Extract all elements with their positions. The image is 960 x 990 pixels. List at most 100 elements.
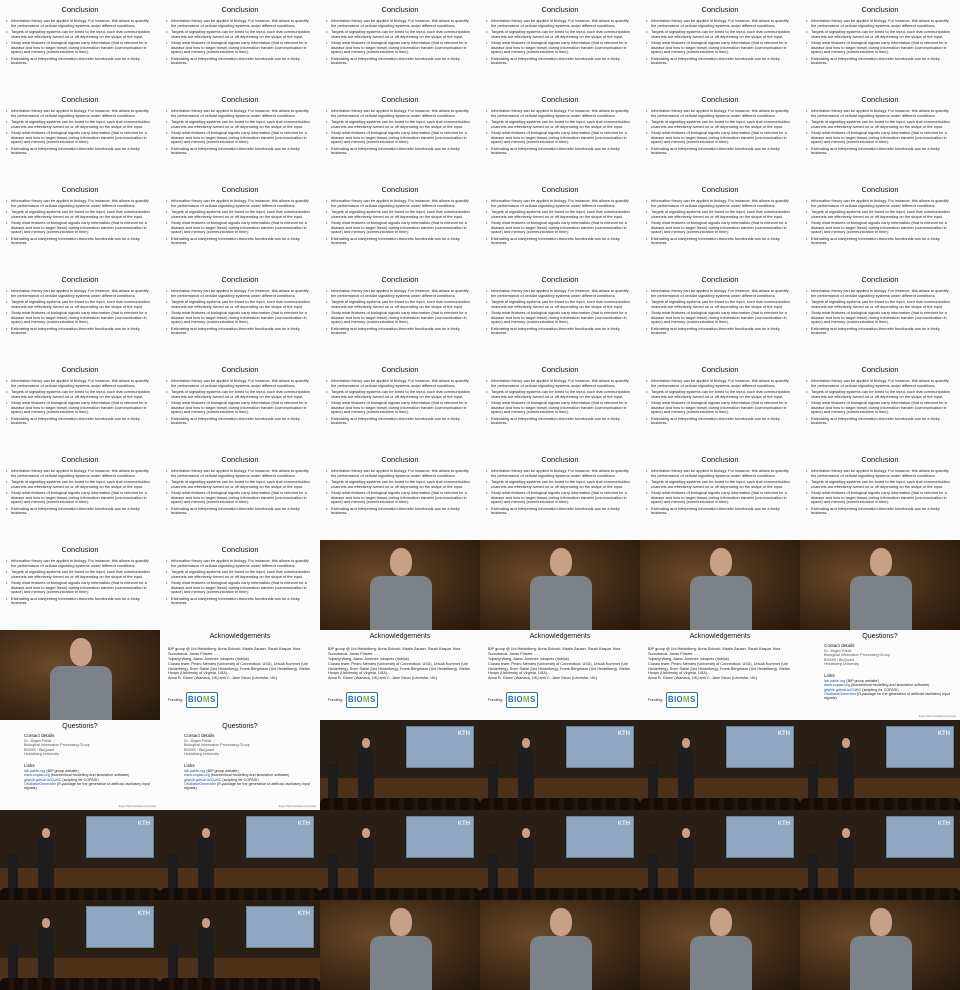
slide-title: Conclusion	[861, 455, 899, 464]
bullet-item: Study what features of biological signal…	[646, 490, 794, 505]
slide-title: Conclusion	[701, 365, 739, 374]
slide-title: Conclusion	[861, 365, 899, 374]
conclusion-bullets: Information theory can be applied in bio…	[806, 108, 954, 158]
conclusion-slide-frame: Conclusion Information theory can be app…	[800, 360, 960, 450]
bullet-item: Targets of signalling systems can be tun…	[646, 479, 794, 489]
conclusion-slide-frame: Conclusion Information theory can be app…	[160, 450, 320, 540]
speaker-figure	[196, 828, 216, 890]
speaker-figure	[516, 738, 536, 800]
bullet-item: Information theory can be applied in bio…	[166, 558, 314, 568]
slide-title: Conclusion	[61, 5, 99, 14]
bullet-item: Study what features of biological signal…	[646, 310, 794, 325]
podium	[648, 764, 658, 800]
bullet-item: Targets of signalling systems can be tun…	[326, 389, 474, 399]
contact-details: Contact details Dr. Jürgen Pahle Biologi…	[824, 643, 956, 666]
bullet-item: Targets of signalling systems can be tun…	[166, 479, 314, 489]
slide-title: Questions?	[862, 633, 898, 640]
speaker-torso	[850, 576, 912, 630]
speaker-torso	[370, 936, 432, 990]
slide-title: Conclusion	[541, 95, 579, 104]
conclusion-slide-frame: Conclusion Information theory can be app…	[0, 180, 160, 270]
bullet-item: Estimating and interpreting information-…	[806, 146, 954, 156]
bullet-item: Estimating and interpreting information-…	[166, 146, 314, 156]
bullet-item: Targets of signalling systems can be tun…	[806, 479, 954, 489]
bullet-item: Information theory can be applied in bio…	[646, 378, 794, 388]
speaker-closeup-frame	[320, 900, 480, 990]
contact-heading: Contact details	[184, 733, 215, 738]
bullet-item: Information theory can be applied in bio…	[646, 198, 794, 208]
bullet-item: Estimating and interpreting information-…	[806, 236, 954, 246]
funding-row: Funding: BIOMS	[168, 692, 218, 708]
speaker-torso	[518, 838, 534, 890]
questions-slide-frame: Questions? Contact details Dr. Jürgen Pa…	[0, 720, 160, 810]
bullet-item: Information theory can be applied in bio…	[326, 198, 474, 208]
speaker-torso	[370, 576, 432, 630]
speaker-torso	[38, 928, 54, 980]
bullet-item: Targets of signalling systems can be tun…	[486, 479, 634, 489]
bullet-item: Targets of signalling systems can be tun…	[166, 29, 314, 39]
bullet-item: Information theory can be applied in bio…	[6, 198, 154, 208]
speaker-figure	[842, 906, 922, 990]
bullet-item: Information theory can be applied in bio…	[646, 108, 794, 118]
audience-silhouettes	[0, 978, 160, 990]
conclusion-bullets: Information theory can be applied in bio…	[646, 18, 794, 68]
conclusion-slide-frame: Conclusion Information theory can be app…	[320, 450, 480, 540]
bullet-item: Targets of signalling systems can be tun…	[646, 389, 794, 399]
bullet-item: Estimating and interpreting information-…	[166, 326, 314, 336]
conclusion-bullets: Information theory can be applied in bio…	[486, 378, 634, 428]
speaker-head	[550, 548, 572, 576]
slide-title: Conclusion	[541, 275, 579, 284]
bullet-item: Estimating and interpreting information-…	[646, 146, 794, 156]
bullet-item: Targets of signalling systems can be tun…	[326, 299, 474, 309]
bullet-item: Estimating and interpreting information-…	[486, 146, 634, 156]
bullet-item: Estimating and interpreting information-…	[806, 506, 954, 516]
conclusion-bullets: Information theory can be applied in bio…	[6, 558, 154, 608]
bullet-item: Information theory can be applied in bio…	[806, 378, 954, 388]
slide-title: Conclusion	[221, 545, 259, 554]
speaker-head	[682, 828, 690, 838]
acknowledgements-slide-frame: Acknowledgements BIP group @ Uni Heidelb…	[640, 630, 800, 720]
conclusion-slide-frame: Conclusion Information theory can be app…	[480, 360, 640, 450]
conclusion-slide-frame: Conclusion Information theory can be app…	[480, 0, 640, 90]
bullet-item: Targets of signalling systems can be tun…	[646, 119, 794, 129]
conclusion-slide-frame: Conclusion Information theory can be app…	[320, 180, 480, 270]
funding-row: Funding: BIOMS	[328, 692, 378, 708]
bullet-item: Study what features of biological signal…	[166, 580, 314, 595]
conclusion-slide-frame: Conclusion Information theory can be app…	[0, 360, 160, 450]
bullet-item: Estimating and interpreting information-…	[6, 416, 154, 426]
bullet-item: Estimating and interpreting information-…	[166, 56, 314, 66]
slide-title: Conclusion	[541, 5, 579, 14]
bullet-item: Study what features of biological signal…	[646, 130, 794, 145]
bullet-item: Study what features of biological signal…	[166, 40, 314, 55]
speaker-torso	[690, 576, 752, 630]
bullet-item: Study what features of biological signal…	[166, 130, 314, 145]
speaker-closeup-frame	[800, 900, 960, 990]
conclusion-bullets: Information theory can be applied in bio…	[6, 108, 154, 158]
links-section: Links lab.pahle.org (BIP group website) …	[24, 763, 156, 790]
slide-title: Conclusion	[221, 455, 259, 464]
bullet-item: Information theory can be applied in bio…	[646, 18, 794, 28]
bullet-item: Information theory can be applied in bio…	[166, 288, 314, 298]
audience-silhouettes	[480, 888, 640, 900]
bullet-item: Information theory can be applied in bio…	[326, 378, 474, 388]
slide-title: Acknowledgements	[209, 633, 271, 640]
conclusion-bullets: Information theory can be applied in bio…	[166, 108, 314, 158]
speaker-head	[42, 828, 50, 838]
bullet-item: Estimating and interpreting information-…	[646, 326, 794, 336]
kth-logo-icon: KTH	[937, 821, 950, 827]
ack-line: Yujiang Wang, Aaron Jimenez Vázquez (Imb…	[168, 656, 249, 661]
speaker-torso	[358, 748, 374, 800]
speaker-head	[682, 738, 690, 748]
slide-title: Conclusion	[701, 455, 739, 464]
slide-title: Conclusion	[381, 275, 419, 284]
slide-title: Acknowledgements	[369, 633, 431, 640]
speaker-closeup-frame	[0, 630, 160, 720]
contact-sheet-grid: Conclusion Information theory can be app…	[0, 0, 960, 990]
bullet-item: Information theory can be applied in bio…	[486, 18, 634, 28]
conclusion-slide-frame: Conclusion Information theory can be app…	[320, 270, 480, 360]
kth-logo-icon: KTH	[297, 821, 310, 827]
bullet-item: Estimating and interpreting information-…	[166, 236, 314, 246]
podium	[808, 854, 818, 890]
speaker-torso	[50, 666, 112, 720]
conclusion-slide-frame: Conclusion Information theory can be app…	[640, 450, 800, 540]
